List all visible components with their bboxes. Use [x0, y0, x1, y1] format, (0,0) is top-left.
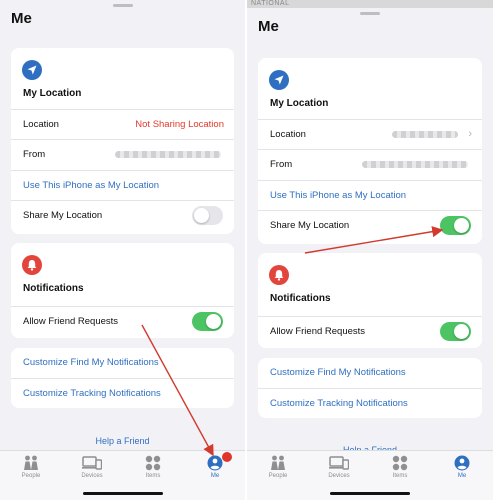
my-location-heading: My Location: [270, 98, 329, 109]
tab-bar: People Devices Items Me: [247, 450, 493, 500]
share-my-location-row: Share My Location: [11, 200, 234, 234]
tab-me[interactable]: Me: [442, 455, 482, 479]
tab-devices[interactable]: Devices: [72, 455, 112, 479]
sheet-grabber[interactable]: [112, 4, 133, 7]
page-title: Me: [11, 10, 32, 27]
location-row[interactable]: Location ›: [258, 119, 482, 149]
devices-icon: [82, 456, 102, 470]
toggle-knob: [454, 218, 469, 233]
my-location-card: My Location Location › From Use This iPh…: [258, 58, 482, 244]
toggle-knob: [454, 324, 469, 339]
notification-links-card: Customize Find My Notifications Customiz…: [258, 358, 482, 418]
allow-friend-requests-row: Allow Friend Requests: [11, 306, 234, 338]
tab-bar: People Devices Items Me: [0, 450, 245, 500]
screen-right: NATIONAL Me My Location Location › From …: [247, 0, 493, 500]
tab-me-label: Me: [457, 473, 467, 479]
location-label: Location: [270, 129, 306, 140]
home-indicator: [82, 492, 163, 495]
redacted-device-name: [115, 151, 221, 158]
from-row[interactable]: From: [11, 139, 234, 169]
redacted-device-name: [362, 161, 468, 168]
use-this-iphone-link[interactable]: Use This iPhone as My Location: [270, 190, 406, 201]
location-label: Location: [23, 119, 59, 130]
me-icon: [454, 455, 470, 471]
share-my-location-label: Share My Location: [270, 220, 350, 231]
tab-items-label: Items: [145, 473, 161, 479]
allow-friend-requests-toggle[interactable]: [192, 312, 223, 331]
people-icon: [271, 455, 285, 470]
customize-find-my-row[interactable]: Customize Find My Notifications: [258, 358, 482, 388]
tab-me-label: Me: [210, 473, 220, 479]
toggle-knob: [206, 314, 221, 329]
devices-icon: [329, 456, 349, 470]
tab-items-label: Items: [392, 473, 408, 479]
allow-friend-requests-row: Allow Friend Requests: [258, 316, 482, 348]
page-title: Me: [258, 18, 279, 35]
notifications-card: Notifications Allow Friend Requests: [11, 243, 234, 338]
customize-find-my-link[interactable]: Customize Find My Notifications: [270, 367, 406, 378]
notifications-heading: Notifications: [270, 293, 331, 304]
tab-devices-label: Devices: [81, 473, 103, 479]
from-label: From: [23, 149, 46, 160]
items-icon: [392, 455, 408, 471]
location-row[interactable]: Location Not Sharing Location: [11, 109, 234, 139]
location-status: Not Sharing Location: [135, 119, 224, 130]
customize-find-my-row[interactable]: Customize Find My Notifications: [11, 348, 234, 378]
my-location-heading: My Location: [23, 88, 82, 99]
tab-devices-label: Devices: [328, 473, 350, 479]
from-row[interactable]: From: [258, 149, 482, 179]
customize-tracking-link[interactable]: Customize Tracking Notifications: [23, 388, 161, 399]
allow-friend-requests-label: Allow Friend Requests: [23, 316, 119, 327]
customize-tracking-link[interactable]: Customize Tracking Notifications: [270, 398, 408, 409]
help-a-friend-link[interactable]: Help a Friend: [0, 436, 245, 446]
location-arrow-icon: [269, 70, 289, 90]
tab-people[interactable]: People: [258, 455, 298, 479]
tap-indicator-dot: [222, 452, 232, 462]
customize-tracking-row[interactable]: Customize Tracking Notifications: [11, 378, 234, 408]
customize-find-my-link[interactable]: Customize Find My Notifications: [23, 357, 159, 368]
share-my-location-label: Share My Location: [23, 210, 103, 221]
people-icon: [24, 455, 38, 470]
location-arrow-icon: [22, 60, 42, 80]
share-my-location-toggle[interactable]: [192, 206, 223, 225]
tab-items[interactable]: Items: [380, 455, 420, 479]
my-location-card: My Location Location Not Sharing Locatio…: [11, 48, 234, 234]
notifications-heading: Notifications: [23, 283, 84, 294]
tab-devices[interactable]: Devices: [319, 455, 359, 479]
tab-items[interactable]: Items: [133, 455, 173, 479]
screen-left: Me My Location Location Not Sharing Loca…: [0, 0, 245, 500]
from-label: From: [270, 159, 293, 170]
use-this-iphone-row[interactable]: Use This iPhone as My Location: [258, 180, 482, 210]
use-this-iphone-link[interactable]: Use This iPhone as My Location: [23, 180, 159, 191]
sheet-grabber[interactable]: [360, 12, 380, 15]
home-indicator: [330, 492, 410, 495]
tab-people-label: People: [268, 473, 288, 479]
items-icon: [145, 455, 161, 471]
redacted-location: [392, 131, 458, 138]
use-this-iphone-row[interactable]: Use This iPhone as My Location: [11, 170, 234, 200]
bell-icon: [22, 255, 42, 275]
allow-friend-requests-label: Allow Friend Requests: [270, 326, 366, 337]
bell-icon: [269, 265, 289, 285]
toggle-knob: [194, 208, 209, 223]
me-icon: [207, 455, 223, 471]
me-sheet: Me My Location Location Not Sharing Loca…: [0, 0, 245, 500]
notifications-card: Notifications Allow Friend Requests: [258, 253, 482, 348]
me-sheet: Me My Location Location › From Use This …: [247, 8, 493, 500]
map-background: NATIONAL: [247, 0, 493, 8]
share-my-location-toggle[interactable]: [440, 216, 471, 235]
tab-people[interactable]: People: [11, 455, 51, 479]
allow-friend-requests-toggle[interactable]: [440, 322, 471, 341]
tab-people-label: People: [21, 473, 41, 479]
customize-tracking-row[interactable]: Customize Tracking Notifications: [258, 388, 482, 418]
share-my-location-row: Share My Location: [258, 210, 482, 244]
map-label: NATIONAL: [251, 0, 290, 7]
notification-links-card: Customize Find My Notifications Customiz…: [11, 348, 234, 408]
chevron-right-icon: ›: [468, 128, 472, 140]
